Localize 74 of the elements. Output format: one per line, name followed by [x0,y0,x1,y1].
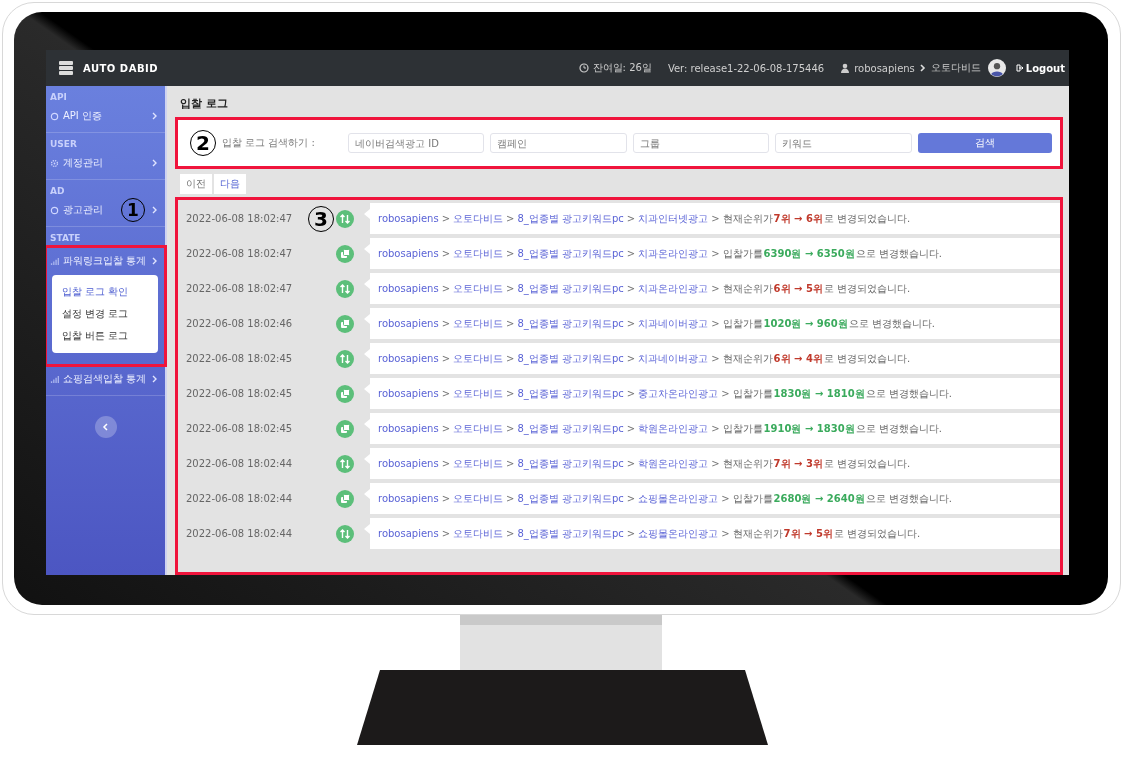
account-name: 오토다비드 [930,61,981,75]
chevron-right-icon [918,64,927,72]
server-icon [58,60,74,76]
log-time: 2022-06-08 18:02:47 [186,283,294,294]
log-message: robosapiens > 오토다비드 > 8_업종별 광고키워드pc > 중고차온라인광고 > 입찰가를1830원 → 1810원 으로 변경했습니다. [364,378,1060,409]
chevron-right-icon [151,375,159,383]
bid-change-icon [336,244,354,263]
app-logo-text: AUTO DABID [83,62,159,74]
log-time: 2022-06-08 18:02:45 [186,388,294,399]
log-message: robosapiens > 오토다비드 > 8_업종별 광고키워드pc > 쇼핑몰온라인광고 > 입찰가를2680원 → 2640원 으로 변경했습니다. [364,483,1060,514]
log-time: 2022-06-08 18:02:45 [186,423,294,434]
bar-chart-icon [50,256,59,266]
log-message: robosapiens > 오토다비드 > 8_업종별 광고키워드pc > 쇼핑몰온라인광고 > 현재순위가7위 → 5위 로 변경되었습니다. [364,518,1060,549]
rank-change-icon [336,524,354,543]
log-time: 2022-06-08 18:02:47 [186,213,294,224]
search-field[interactable]: 캠페인 [490,133,627,153]
chevron-right-icon [151,112,159,120]
clock-icon [578,63,589,73]
pager-tab[interactable]: 이전 [180,174,212,194]
log-message: robosapiens > 오토다비드 > 8_업종별 광고키워드pc > 학원온라인광고 > 입찰가를1910원 → 1830원 으로 변경했습니다. [364,413,1060,444]
section-heading: API [49,92,68,102]
log-time: 2022-06-08 18:02:47 [186,248,294,259]
bid-change-icon [336,314,354,333]
search-label: 입찰 로그 검색하기 : [222,136,316,150]
gear-icon [50,158,59,168]
section-heading: AD [49,186,66,196]
search-button[interactable]: 검색 [917,133,1053,153]
rank-change-icon [336,209,354,228]
username: robosapiens [854,62,915,74]
chevron-right-icon [151,257,159,265]
rank-change-icon [336,454,354,473]
collapse-sidebar-button[interactable] [94,416,117,438]
log-time: 2022-06-08 18:02:44 [186,528,294,539]
pager-tab[interactable]: 다음 [214,174,246,194]
chevron-right-icon [151,206,159,214]
submenu-item[interactable]: 입찰 버튼 로그 [52,325,158,347]
log-message: robosapiens > 오토다비드 > 8_업종별 광고키워드pc > 치과인터넷광고 > 현재순위가7위 → 6위 로 변경되었습니다. [364,203,1060,234]
log-message: robosapiens > 오토다비드 > 8_업종별 광고키워드pc > 치과온라인광고 > 입찰가를6390원 → 6350원 으로 변경했습니다. [364,238,1060,269]
page-title: 입찰 로그 [180,96,229,111]
chevron-right-icon [151,159,159,167]
bid-change-icon [336,489,354,508]
sidebar-item[interactable]: 계정관리 [46,149,165,177]
submenu-item[interactable]: 설정 변경 로그 [52,303,158,325]
submenu-item[interactable]: 입찰 로그 확인 [52,281,158,303]
section-heading: STATE [49,233,82,243]
avatar-icon [987,59,1006,77]
sidebar-item[interactable]: API 인증 [46,102,165,130]
user-icon [840,63,851,73]
log-time: 2022-06-08 18:02:46 [186,318,294,329]
bid-change-icon [336,419,354,438]
bar-chart-icon [50,374,59,384]
search-field[interactable]: 그룹 [632,133,770,153]
remaining-days: 잔여일: 26일 [592,61,652,75]
search-field[interactable]: 키워드 [775,133,912,153]
circle-icon [50,205,59,215]
chevron-left-icon [101,423,110,431]
sidebar-item[interactable]: 파워링크입찰 통계 [46,247,165,275]
log-message: robosapiens > 오토다비드 > 8_업종별 광고키워드pc > 치과네이버광고 > 현재순위가6위 → 4위 로 변경되었습니다. [364,343,1060,374]
circle-icon [50,111,59,121]
bid-change-icon [336,384,354,403]
sidebar-item[interactable]: 쇼핑검색입찰 통계 [46,365,165,393]
section-heading: USER [49,139,78,149]
logout-button[interactable]: Logout [1015,62,1065,74]
log-message: robosapiens > 오토다비드 > 8_업종별 광고키워드pc > 학원온라인광고 > 현재순위가7위 → 3위 로 변경되었습니다. [364,448,1060,479]
rank-change-icon [336,349,354,368]
rank-change-icon [336,279,354,298]
log-time: 2022-06-08 18:02:45 [186,353,294,364]
version-label: Ver: release1-22-06-08-175446 [667,62,825,74]
log-message: robosapiens > 오토다비드 > 8_업종별 광고키워드pc > 치과네이버광고 > 입찰가를1020원 → 960원 으로 변경했습니다. [364,308,1060,339]
log-time: 2022-06-08 18:02:44 [186,458,294,469]
search-field[interactable]: 네이버검색광고 ID [348,133,485,153]
logout-icon [1015,64,1024,72]
log-message: robosapiens > 오토다비드 > 8_업종별 광고키워드pc > 치과온라인광고 > 현재순위가6위 → 5위 로 변경되었습니다. [364,273,1060,304]
log-time: 2022-06-08 18:02:44 [186,493,294,504]
